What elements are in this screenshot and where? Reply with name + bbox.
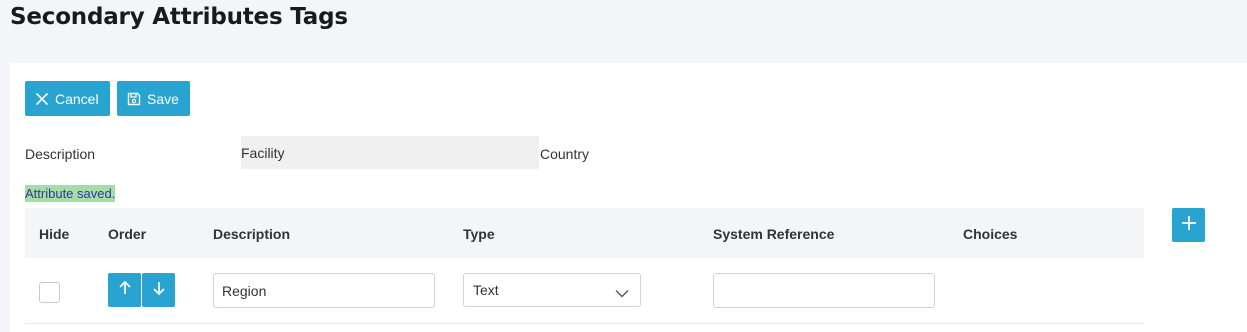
header-choices: Choices — [963, 226, 1018, 242]
success-alert: Attribute saved. — [25, 185, 116, 202]
cancel-button[interactable]: Cancel — [25, 81, 110, 116]
description-label: Description — [25, 146, 96, 162]
add-row-button[interactable] — [1172, 208, 1205, 242]
move-up-button[interactable] — [108, 273, 141, 307]
system-reference-input[interactable] — [713, 273, 935, 308]
cancel-button-label: Cancel — [55, 90, 99, 107]
header-description: Description — [213, 226, 291, 242]
type-select[interactable]: Text — [463, 273, 641, 307]
header-order: Order — [108, 226, 147, 242]
arrow-down-icon — [152, 280, 166, 301]
page-title: Secondary Attributes Tags — [10, 4, 348, 30]
hide-checkbox[interactable] — [39, 282, 60, 303]
floppy-disk-icon — [127, 92, 141, 106]
plus-icon — [1181, 215, 1197, 236]
save-button-label: Save — [147, 90, 179, 107]
header-hide: Hide — [39, 226, 70, 242]
header-type: Type — [463, 226, 495, 242]
attributes-table: Hide Order Description Type System Refer… — [25, 208, 1144, 324]
attributes-panel: Cancel Save Description Country Attribut… — [10, 63, 1247, 332]
save-button[interactable]: Save — [117, 81, 190, 116]
arrow-up-icon — [118, 280, 132, 301]
country-label: Country — [540, 146, 590, 162]
chevron-down-icon — [615, 285, 629, 301]
type-select-value: Text — [473, 282, 499, 298]
move-down-button[interactable] — [142, 273, 175, 307]
description-field[interactable] — [241, 136, 539, 169]
table-header: Hide Order Description Type System Refer… — [25, 208, 1144, 258]
header-system-reference: System Reference — [713, 226, 835, 242]
table-row: Text — [25, 258, 1144, 324]
row-description-input[interactable] — [213, 273, 435, 308]
close-icon — [35, 92, 49, 106]
